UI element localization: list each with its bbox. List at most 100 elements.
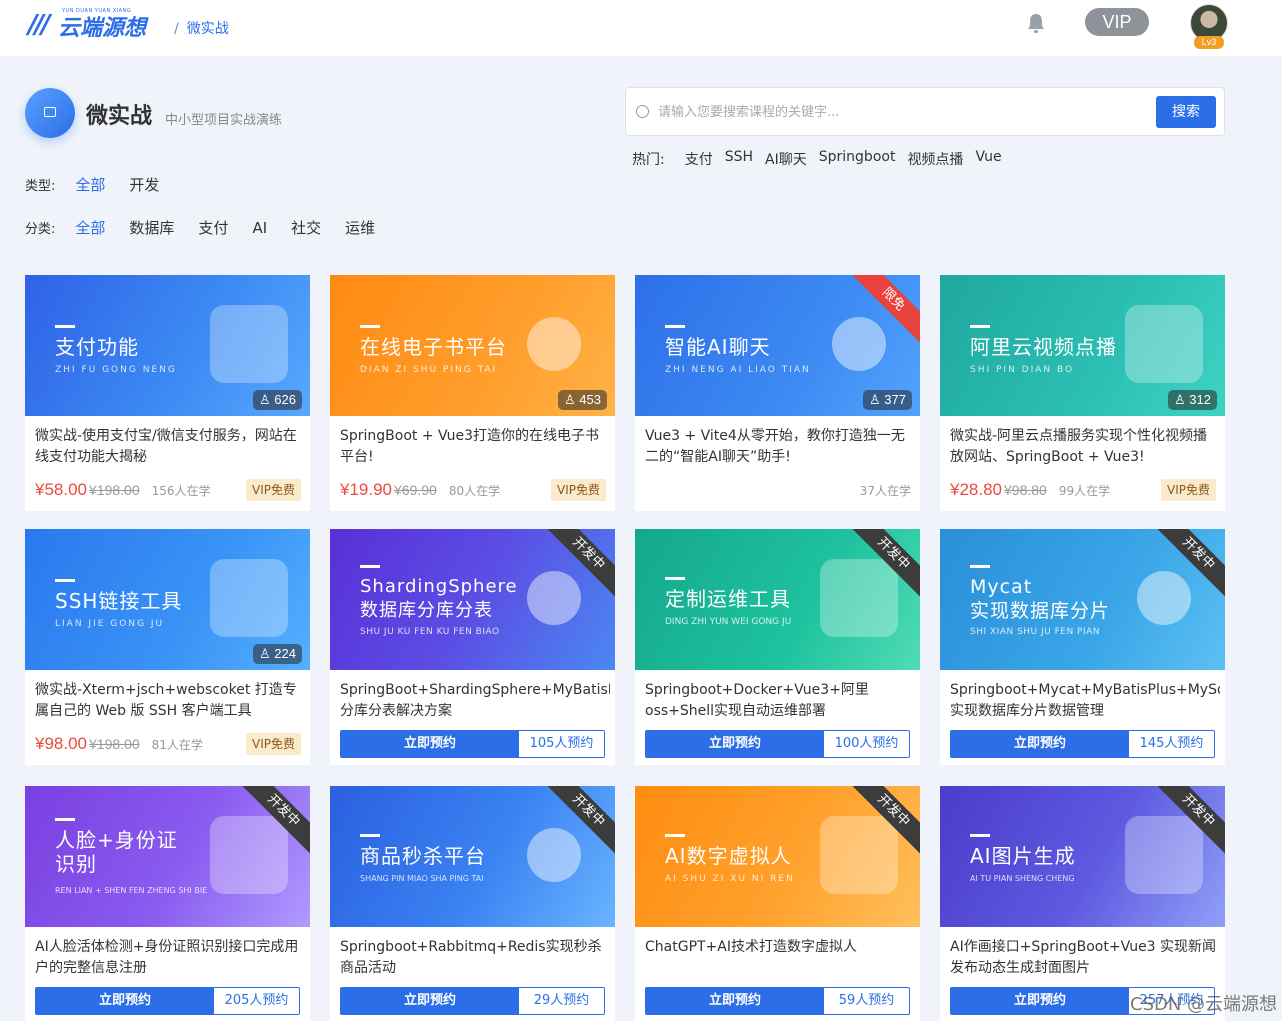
category-filter-all[interactable]: 全部 [75, 217, 105, 238]
reserve-count: 100人预约 [834, 736, 899, 751]
hot-keywords: 热门: 支付 SSH AI聊天 Springboot 视频点播 Vue [632, 149, 1014, 169]
vip-free-badge: VIP免费 [1161, 479, 1216, 501]
search-button[interactable]: 搜索 [1156, 96, 1216, 128]
breadcrumb-current[interactable]: 微实战 [187, 21, 229, 37]
course-banner[interactable]: AI图片生成 AI TU PIAN SHENG CHENG 开发中 [940, 786, 1225, 927]
banner-title: SSH链接工具 [55, 589, 183, 613]
bell-icon[interactable] [1026, 12, 1046, 34]
reserve-group: 立即预约 59人预约 [645, 987, 910, 1015]
learn-count: 224 [274, 646, 296, 661]
course-card[interactable]: 支付功能 ZHI FU GONG NENG ♙ 626 微实战-使用支付宝/微信… [25, 275, 310, 511]
course-banner[interactable]: 人脸+身份证 识别 REN LIAN + SHEN FEN ZHENG SHI … [25, 786, 310, 927]
course-banner[interactable]: AI数字虚拟人 AI SHU ZI XU NI REN 开发中 [635, 786, 920, 927]
category-filter-social[interactable]: 社交 [291, 217, 321, 238]
course-banner[interactable]: 定制运维工具 DING ZHI YUN WEI GONG JU 开发中 [635, 529, 920, 670]
course-card[interactable]: 阿里云视频点播 SHI PIN DIAN BO ♙ 312 微实战-阿里云点播服… [940, 275, 1225, 511]
hot-item-pay[interactable]: 支付 [685, 149, 713, 169]
banner-dash [360, 325, 380, 328]
type-filter-all[interactable]: 全部 [75, 174, 105, 195]
price-row: ¥58.00 ¥198.00 156人在学 VIP免费 [35, 478, 301, 502]
course-card[interactable]: AI数字虚拟人 AI SHU ZI XU NI REN 开发中 ChatGPT+… [635, 786, 920, 1021]
course-banner[interactable]: 商品秒杀平台 SHANG PIN MIAO SHA PING TAI 开发中 [330, 786, 615, 927]
course-card[interactable]: 人脸+身份证 识别 REN LIAN + SHEN FEN ZHENG SHI … [25, 786, 310, 1021]
level-badge: Lv3 [1194, 36, 1224, 49]
reserve-button[interactable]: 立即预约 [341, 988, 519, 1014]
course-description-line1: SpringBoot+ShardingSphere+MyBatisPlus [340, 682, 610, 698]
ai-logo-icon [832, 317, 886, 371]
book-icon [527, 317, 581, 371]
reserve-count: 205人预约 [224, 993, 289, 1008]
hot-item-vue[interactable]: Vue [975, 149, 1001, 169]
search-icon [636, 105, 649, 118]
learn-count-badge: ♙ 453 [558, 390, 607, 410]
banner-dash [360, 834, 380, 837]
reserve-button[interactable]: 立即预约 [951, 731, 1129, 757]
category-filter-pay[interactable]: 支付 [198, 217, 228, 238]
course-card[interactable]: 商品秒杀平台 SHANG PIN MIAO SHA PING TAI 开发中 S… [330, 786, 615, 1021]
banner-pinyin: DING ZHI YUN WEI GONG JU [665, 617, 792, 627]
banner-dash [55, 579, 75, 582]
price-row: ¥98.00 ¥198.00 81人在学 VIP免费 [35, 732, 301, 756]
reserve-button[interactable]: 立即预约 [341, 731, 519, 757]
course-banner[interactable]: 在线电子书平台 DIAN ZI SHU PING TAI ♙ 453 [330, 275, 615, 416]
course-card[interactable]: ShardingSphere 数据库分库分表 SHU JU KU FEN KU … [330, 529, 615, 765]
category-filter-database[interactable]: 数据库 [129, 217, 174, 238]
reserve-button[interactable]: 立即预约 [951, 988, 1129, 1014]
category-filter-ai[interactable]: AI [252, 219, 267, 237]
banner-pinyin: SHU JU KU FEN KU FEN BIAO [360, 627, 500, 637]
reserve-button[interactable]: 立即预约 [646, 988, 824, 1014]
hot-item-ai-chat[interactable]: AI聊天 [765, 149, 807, 169]
logo[interactable]: /// YUN DUAN YUAN XIANG 云端源想 [28, 8, 162, 41]
user-icon: ♙ [869, 392, 881, 407]
course-banner[interactable]: ShardingSphere 数据库分库分表 SHU JU KU FEN KU … [330, 529, 615, 670]
course-card[interactable]: 在线电子书平台 DIAN ZI SHU PING TAI ♙ 453 Sprin… [330, 275, 615, 511]
banner-pinyin: SHI XIAN SHU JU FEN PIAN [970, 627, 1101, 637]
course-card[interactable]: SSH链接工具 LIAN JIE GONG JU ♙ 224 微实战-Xterm… [25, 529, 310, 765]
user-icon: ♙ [1174, 392, 1186, 407]
banner-title-line1: ShardingSphere [360, 576, 518, 597]
search-input[interactable] [658, 100, 1158, 124]
course-banner[interactable]: SSH链接工具 LIAN JIE GONG JU ♙ 224 [25, 529, 310, 670]
banner-title: AI数字虚拟人 [665, 844, 792, 868]
course-card[interactable]: Mycat 实现数据库分片 SHI XIAN SHU JU FEN PIAN 开… [940, 529, 1225, 765]
course-description: Vue3 + Vite4从零开始，教你打造独一无二的“智能AI聊天”助手! [645, 428, 905, 465]
hot-item-vod[interactable]: 视频点播 [907, 149, 963, 169]
logo-mark-icon: /// [28, 10, 50, 40]
banner-dash [665, 834, 685, 837]
learn-count-badge: ♙ 626 [253, 390, 302, 410]
banner-title-line2: 实现数据库分片 [970, 600, 1111, 622]
breadcrumb: / 微实战 [174, 18, 229, 38]
type-filter-dev[interactable]: 开发 [129, 174, 159, 195]
banner-title-line1: Mycat [970, 576, 1033, 598]
hot-item-springboot[interactable]: Springboot [819, 149, 896, 169]
course-card[interactable]: 智能AI聊天 ZHI NENG AI LIAO TIAN 限免 ♙ 377 Vu… [635, 275, 920, 511]
category-filter-ops[interactable]: 运维 [345, 217, 375, 238]
banner-pinyin: ZHI NENG AI LIAO TIAN [665, 365, 811, 375]
briefcase-icon [44, 107, 56, 117]
learn-count: 626 [274, 392, 296, 407]
user-icon: ♙ [564, 392, 576, 407]
reserve-button[interactable]: 立即预约 [646, 731, 824, 757]
course-banner[interactable]: Mycat 实现数据库分片 SHI XIAN SHU JU FEN PIAN 开… [940, 529, 1225, 670]
learn-count-badge: ♙ 224 [253, 644, 302, 664]
price-row: 37人在学 [645, 478, 911, 502]
banner-dash [970, 325, 990, 328]
course-card[interactable]: 定制运维工具 DING ZHI YUN WEI GONG JU 开发中 Spri… [635, 529, 920, 765]
vip-free-badge: VIP免费 [246, 479, 301, 501]
learners-count: 156人在学 [151, 483, 211, 498]
learn-count-badge: ♙ 312 [1168, 390, 1217, 410]
banner-dash [970, 834, 990, 837]
page-title: 微实战 [86, 104, 153, 129]
banner-dash [360, 565, 380, 568]
reserve-count: 145人预约 [1139, 736, 1204, 751]
robot-drawing-icon [1125, 816, 1203, 894]
reserve-group: 立即预约 100人预约 [645, 730, 910, 758]
banner-title: AI图片生成 [970, 844, 1076, 868]
vip-button[interactable]: VIP [1085, 8, 1149, 36]
course-card[interactable]: AI图片生成 AI TU PIAN SHENG CHENG 开发中 AI作画接口… [940, 786, 1225, 1021]
hot-item-ssh[interactable]: SSH [725, 149, 753, 169]
reserve-button[interactable]: 立即预约 [36, 988, 214, 1014]
course-banner[interactable]: 阿里云视频点播 SHI PIN DIAN BO ♙ 312 [940, 275, 1225, 416]
course-banner[interactable]: 支付功能 ZHI FU GONG NENG ♙ 626 [25, 275, 310, 416]
course-banner[interactable]: 智能AI聊天 ZHI NENG AI LIAO TIAN 限免 ♙ 377 [635, 275, 920, 416]
